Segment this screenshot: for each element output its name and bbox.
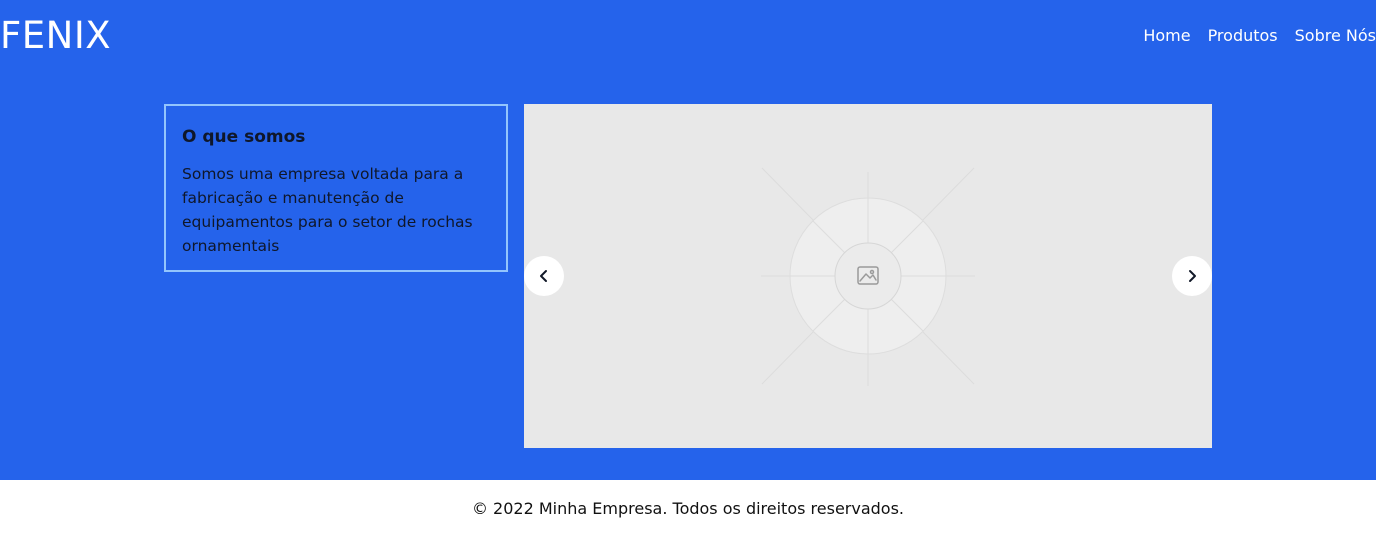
chevron-right-icon (1189, 270, 1196, 282)
nav-link-produtos[interactable]: Produtos (1208, 24, 1278, 48)
about-card: O que somos Somos uma empresa voltada pa… (164, 104, 508, 272)
site-footer: © 2022 Minha Empresa. Todos os direitos … (0, 480, 1376, 536)
carousel-next-button[interactable] (1172, 256, 1212, 296)
image-placeholder-icon (761, 167, 975, 386)
site-logo[interactable]: FENIX (0, 14, 111, 58)
about-title: O que somos (182, 127, 306, 147)
nav-link-home[interactable]: Home (1143, 24, 1190, 48)
image-carousel (524, 104, 1212, 448)
main-nav: Home Produtos Sobre Nós (1143, 24, 1376, 48)
hero-section: FENIX Home Produtos Sobre Nós O que somo… (0, 0, 1376, 480)
carousel-prev-button[interactable] (524, 256, 564, 296)
chevron-left-icon (540, 270, 547, 282)
about-text: Somos uma empresa voltada para a fabrica… (182, 165, 473, 255)
copyright-text: © 2022 Minha Empresa. Todos os direitos … (471, 498, 905, 518)
nav-link-sobre-nos[interactable]: Sobre Nós (1295, 24, 1376, 48)
